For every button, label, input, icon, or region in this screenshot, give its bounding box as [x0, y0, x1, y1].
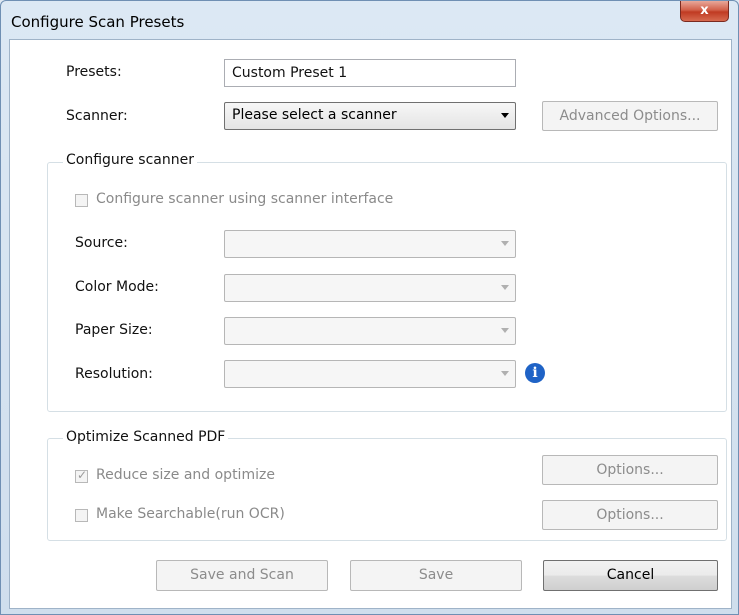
reduce-size-label: Reduce size and optimize	[96, 467, 275, 483]
chevron-down-icon	[501, 285, 509, 290]
presets-label: Presets:	[66, 64, 122, 80]
ocr-label: Make Searchable(run OCR)	[96, 506, 285, 522]
info-icon[interactable]: i	[525, 363, 545, 383]
close-button[interactable]: x	[680, 1, 729, 22]
use-scanner-interface-checkbox[interactable]	[75, 194, 88, 207]
chevron-down-icon	[501, 113, 509, 118]
ocr-checkbox[interactable]	[75, 509, 88, 522]
configure-scanner-group-title: Configure scanner	[63, 152, 197, 168]
optimize-pdf-group-title: Optimize Scanned PDF	[63, 429, 229, 445]
reduce-size-checkbox[interactable]: ✓	[75, 468, 88, 483]
ocr-options-button[interactable]: Options...	[542, 500, 718, 530]
use-scanner-interface-label: Configure scanner using scanner interfac…	[96, 191, 394, 207]
cancel-button[interactable]: Cancel	[543, 560, 718, 591]
checkmark-icon: ✓	[77, 468, 88, 482]
scanner-select-value: Please select a scanner	[232, 107, 397, 123]
paper-size-select[interactable]	[224, 317, 516, 345]
chevron-down-icon	[501, 371, 509, 376]
chevron-down-icon	[501, 241, 509, 246]
paper-size-label: Paper Size:	[75, 322, 153, 338]
scanner-select[interactable]: Please select a scanner	[224, 102, 516, 130]
save-button[interactable]: Save	[350, 560, 522, 591]
save-and-scan-button[interactable]: Save and Scan	[156, 560, 328, 591]
dialog-window: Configure Scan Presets x Presets: Custom…	[0, 0, 739, 615]
source-select[interactable]	[224, 230, 516, 258]
window-title: Configure Scan Presets	[11, 13, 185, 31]
dialog-body: Presets: Custom Preset 1 Scanner: Please…	[9, 39, 732, 609]
presets-name-input[interactable]: Custom Preset 1	[224, 59, 516, 87]
resolution-label: Resolution:	[75, 366, 153, 382]
title-bar[interactable]: Configure Scan Presets x	[1, 1, 738, 39]
advanced-options-button[interactable]: Advanced Options...	[542, 101, 718, 131]
resolution-select[interactable]	[224, 360, 516, 388]
chevron-down-icon	[501, 328, 509, 333]
source-label: Source:	[75, 235, 128, 251]
color-mode-label: Color Mode:	[75, 279, 159, 295]
scanner-label: Scanner:	[66, 108, 128, 124]
reduce-options-button[interactable]: Options...	[542, 455, 718, 485]
presets-name-value: Custom Preset 1	[232, 65, 348, 81]
color-mode-select[interactable]	[224, 274, 516, 302]
close-icon: x	[700, 3, 709, 18]
